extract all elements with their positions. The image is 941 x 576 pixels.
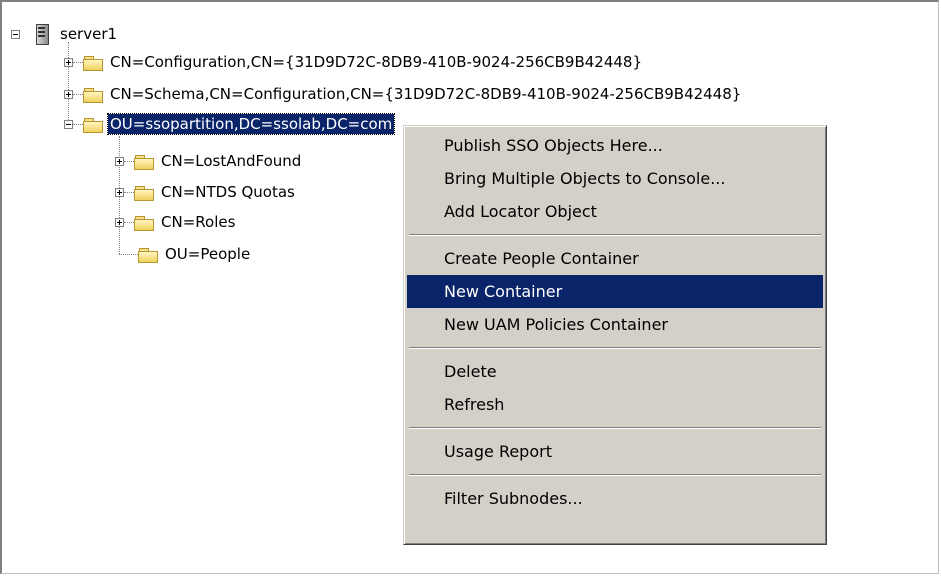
folder-icon [83, 86, 103, 103]
menu-item-usage-report[interactable]: Usage Report [407, 435, 823, 468]
tree-node-ntds-quotas[interactable]: CN=NTDS Quotas [115, 180, 297, 204]
menu-item-delete[interactable]: Delete [407, 355, 823, 388]
menu-item-new-uam-policies-container[interactable]: New UAM Policies Container [407, 308, 823, 341]
menu-separator [407, 421, 823, 435]
menu-item-add-locator-object[interactable]: Add Locator Object [407, 195, 823, 228]
menu-item-publish-sso-objects[interactable]: Publish SSO Objects Here... [407, 129, 823, 162]
expand-toggle-icon[interactable] [115, 156, 124, 166]
folder-icon [83, 116, 103, 133]
tree-node-label: CN=LostAndFound [161, 152, 302, 170]
folder-icon [134, 184, 154, 201]
server-icon [34, 23, 50, 45]
folder-icon [138, 246, 158, 263]
menu-item-new-container[interactable]: New Container [407, 275, 823, 308]
collapse-toggle-icon[interactable] [11, 29, 20, 39]
folder-icon [134, 153, 154, 170]
menu-separator [407, 228, 823, 242]
menu-item-bring-multiple-objects[interactable]: Bring Multiple Objects to Console... [407, 162, 823, 195]
tree-node-lostandfound[interactable]: CN=LostAndFound [115, 149, 303, 173]
tree-node-roles[interactable]: CN=Roles [115, 210, 237, 234]
expand-toggle-icon[interactable] [64, 89, 73, 99]
tree-node-label-selected: OU=ssopartition,DC=ssolab,DC=com [106, 113, 396, 135]
tree-node-server1[interactable]: server1 [11, 22, 119, 46]
tree-node-ssopartition[interactable]: OU=ssopartition,DC=ssolab,DC=com [64, 112, 396, 136]
tree-node-label: server1 [60, 25, 118, 43]
expand-toggle-icon[interactable] [64, 57, 73, 67]
folder-icon [134, 214, 154, 231]
tree-node-configuration[interactable]: CN=Configuration,CN={31D9D72C-8DB9-410B-… [64, 50, 644, 74]
menu-item-refresh[interactable]: Refresh [407, 388, 823, 421]
context-menu: Publish SSO Objects Here... Bring Multip… [403, 125, 827, 545]
collapse-toggle-icon[interactable] [64, 119, 73, 129]
tree-node-label: CN=Configuration,CN={31D9D72C-8DB9-410B-… [110, 53, 643, 71]
menu-item-create-people-container[interactable]: Create People Container [407, 242, 823, 275]
tree-node-label: OU=People [165, 245, 251, 263]
tree-node-label: CN=NTDS Quotas [161, 183, 295, 201]
folder-icon [83, 54, 103, 71]
expand-toggle-icon[interactable] [115, 187, 124, 197]
tree-node-label: CN=Schema,CN=Configuration,CN={31D9D72C-… [110, 85, 742, 103]
expand-toggle-icon[interactable] [115, 217, 124, 227]
tree-node-label: CN=Roles [161, 213, 236, 231]
menu-separator [407, 341, 823, 355]
tree-node-people[interactable]: OU=People [119, 242, 252, 266]
tree-node-schema[interactable]: CN=Schema,CN=Configuration,CN={31D9D72C-… [64, 82, 743, 106]
menu-separator [407, 468, 823, 482]
menu-item-filter-subnodes[interactable]: Filter Subnodes... [407, 482, 823, 515]
